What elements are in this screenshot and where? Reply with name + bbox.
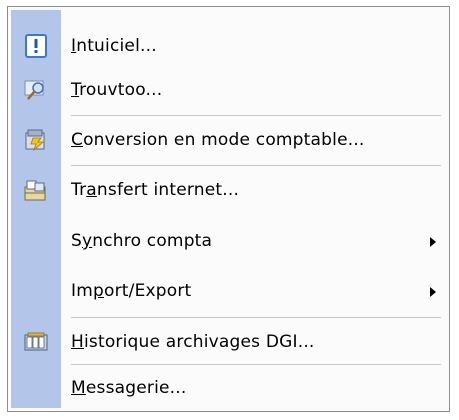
menu-item-conversion[interactable]: Conversion en mode comptable... bbox=[11, 119, 446, 163]
menu-item-historique-archivages[interactable]: Historique archivages DGI... bbox=[11, 321, 446, 365]
submenu-arrow-icon bbox=[430, 237, 436, 247]
menu-item-label: Historique archivages DGI... bbox=[71, 332, 315, 352]
archive-icon bbox=[24, 330, 48, 354]
menu-separator bbox=[71, 115, 441, 116]
menu-item-label: Synchro compta bbox=[71, 231, 213, 251]
menu-item-import-export[interactable]: Import/Export bbox=[11, 270, 446, 314]
menu-item-messagerie[interactable]: Messagerie... bbox=[11, 367, 446, 411]
submenu-arrow-icon bbox=[430, 287, 436, 297]
conversion-icon bbox=[24, 128, 48, 152]
context-menu: Intuiciel... Trouvtoo... Conversion en m… bbox=[7, 6, 450, 412]
menu-separator bbox=[71, 364, 441, 365]
menu-item-label: Trouvtoo... bbox=[71, 80, 163, 100]
menu-item-label: Conversion en mode comptable... bbox=[71, 130, 365, 150]
menu-item-label: Import/Export bbox=[71, 281, 192, 301]
menu-item-label: Transfert internet... bbox=[71, 180, 240, 200]
menu-item-intuiciel[interactable]: Intuiciel... bbox=[11, 25, 446, 69]
menu-item-trouvtoo[interactable]: Trouvtoo... bbox=[11, 69, 446, 113]
info-icon bbox=[24, 34, 48, 58]
menu-item-transfert-internet[interactable]: Transfert internet... bbox=[11, 169, 446, 213]
transfer-icon bbox=[24, 178, 48, 202]
search-icon bbox=[24, 78, 48, 102]
menu-separator bbox=[71, 165, 441, 166]
menu-item-synchro-compta[interactable]: Synchro compta bbox=[11, 220, 446, 264]
menu-item-label: Messagerie... bbox=[71, 378, 187, 398]
menu-separator bbox=[71, 317, 441, 318]
menu-item-label: Intuiciel... bbox=[71, 36, 157, 56]
